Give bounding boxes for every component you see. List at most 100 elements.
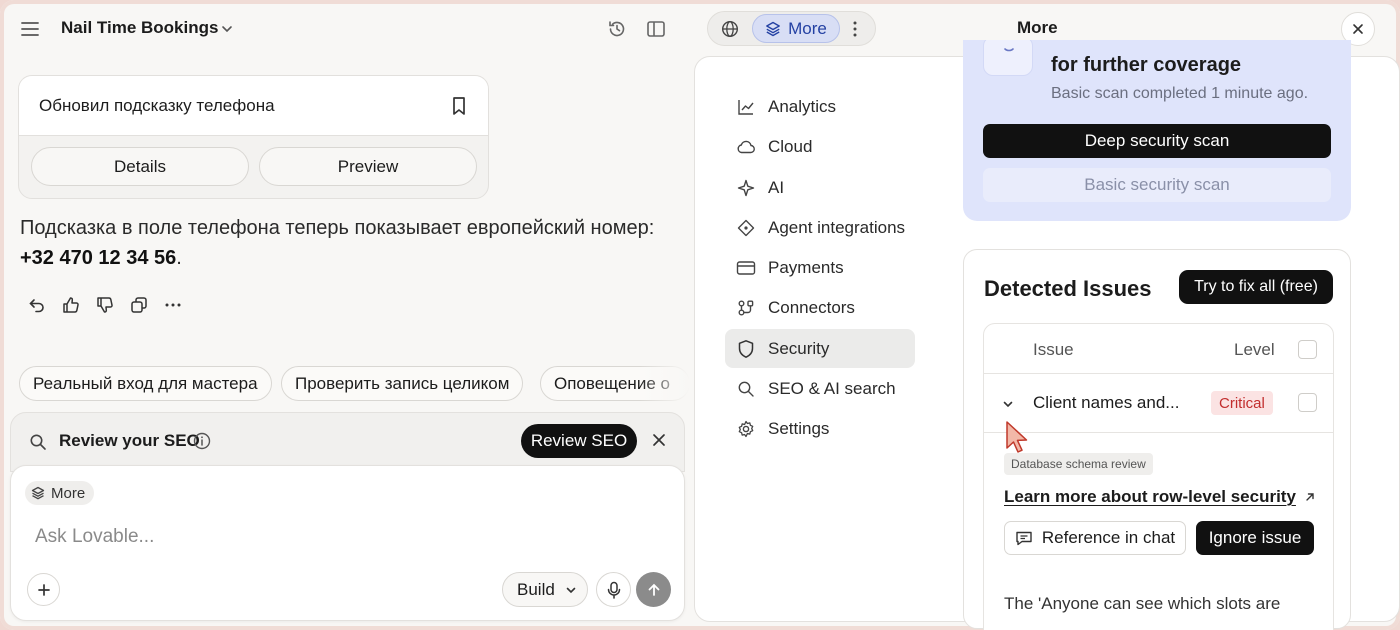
view-toolbar: More bbox=[707, 11, 876, 46]
learn-more-label: Learn more about row-level security bbox=[1004, 487, 1296, 506]
nav-item-label: SEO & AI search bbox=[768, 378, 896, 398]
nav-item-ai[interactable]: AI bbox=[725, 168, 915, 207]
suggestion-chip[interactable]: Реальный вход для мастера bbox=[19, 366, 272, 401]
microphone-icon bbox=[606, 581, 622, 599]
basic-security-scan-button[interactable]: Basic security scan bbox=[983, 168, 1331, 202]
menu-icon[interactable] bbox=[18, 17, 42, 41]
nav-item-analytics[interactable]: Analytics bbox=[725, 87, 915, 126]
ignore-issue-button[interactable]: Ignore issue bbox=[1196, 521, 1314, 555]
reference-in-chat-button[interactable]: Reference in chat bbox=[1004, 521, 1186, 555]
issue-name[interactable]: Client names and... bbox=[1033, 393, 1179, 413]
preview-button[interactable]: Preview bbox=[259, 147, 477, 186]
nav-item-agent-integrations[interactable]: Agent integrations bbox=[725, 208, 915, 247]
app-window: Nail Time Bookings Обновил подсказку тел… bbox=[0, 0, 1400, 630]
build-mode-label: Build bbox=[517, 579, 555, 599]
issues-table: Issue Level Client names and... Critical… bbox=[983, 323, 1334, 630]
nav-item-seo-ai-search[interactable]: SEO & AI search bbox=[725, 369, 915, 408]
suggestion-chip[interactable]: Проверить запись целиком bbox=[281, 366, 524, 401]
layers-icon bbox=[31, 486, 45, 500]
nav-item-label: Cloud bbox=[768, 136, 813, 156]
reply-phone-number: +32 470 12 34 56 bbox=[20, 247, 177, 269]
nav-item-security[interactable]: Security bbox=[725, 329, 915, 368]
details-button[interactable]: Details bbox=[31, 147, 249, 186]
microphone-button[interactable] bbox=[596, 572, 631, 607]
shield-icon bbox=[736, 339, 756, 359]
undo-icon[interactable] bbox=[27, 295, 47, 315]
message-icon bbox=[1015, 530, 1033, 546]
chat-composer: More Ask Lovable... Build bbox=[10, 465, 685, 621]
nav-item-cloud[interactable]: Cloud bbox=[725, 127, 915, 166]
globe-icon[interactable] bbox=[720, 19, 740, 39]
chat-input[interactable]: Ask Lovable... bbox=[35, 526, 154, 548]
sidebar-toggle-icon[interactable] bbox=[645, 18, 667, 40]
nav-item-payments[interactable]: Payments bbox=[725, 248, 915, 287]
add-attachment-button[interactable] bbox=[27, 573, 60, 606]
chevron-down-icon[interactable] bbox=[1000, 396, 1016, 412]
layers-icon bbox=[765, 21, 781, 37]
build-mode-select[interactable]: Build bbox=[502, 572, 588, 607]
suggestions-fade bbox=[640, 362, 690, 406]
close-icon[interactable] bbox=[649, 430, 669, 450]
nav-item-connectors[interactable]: Connectors bbox=[725, 288, 915, 327]
chevron-down-icon[interactable] bbox=[219, 21, 235, 37]
select-all-checkbox[interactable] bbox=[1298, 340, 1317, 359]
tab-more-label: More bbox=[788, 18, 827, 38]
issue-checkbox[interactable] bbox=[1298, 393, 1317, 412]
arrow-up-icon bbox=[646, 582, 662, 598]
divider bbox=[984, 432, 1333, 433]
reply-end: . bbox=[176, 247, 182, 269]
message-card: Обновил подсказку телефона Details Previ… bbox=[18, 75, 489, 199]
more-vertical-icon[interactable] bbox=[847, 19, 863, 39]
scan-icon bbox=[983, 40, 1033, 76]
nav-item-label: Analytics bbox=[768, 96, 837, 116]
seo-banner: Review your SEO Review SEO bbox=[10, 412, 685, 472]
column-header-level: Level bbox=[1234, 340, 1275, 359]
connectors-icon bbox=[736, 298, 756, 318]
history-icon[interactable] bbox=[606, 18, 628, 40]
search-icon bbox=[736, 379, 756, 399]
chevron-down-icon bbox=[565, 584, 577, 596]
review-seo-button[interactable]: Review SEO bbox=[521, 424, 637, 458]
deep-security-scan-button[interactable]: Deep security scan bbox=[983, 124, 1331, 158]
nav-item-label: Payments bbox=[768, 257, 844, 277]
divider bbox=[984, 373, 1333, 374]
column-header-issue: Issue bbox=[1033, 340, 1074, 359]
tab-more[interactable]: More bbox=[752, 14, 840, 43]
security-scan-card: for further coverage Basic scan complete… bbox=[963, 40, 1351, 221]
search-icon bbox=[28, 432, 48, 452]
nav-item-label: Connectors bbox=[768, 297, 855, 317]
issues-title: Detected Issues bbox=[984, 276, 1152, 301]
more-chip-label: More bbox=[51, 484, 86, 502]
project-title[interactable]: Nail Time Bookings bbox=[61, 18, 218, 38]
sparkle-icon bbox=[736, 178, 756, 198]
thumbs-up-icon[interactable] bbox=[61, 295, 81, 315]
diamond-icon bbox=[736, 218, 756, 238]
nav-item-label: Security bbox=[768, 338, 830, 358]
seo-label: Review your SEO bbox=[59, 431, 200, 450]
reference-in-chat-label: Reference in chat bbox=[1041, 528, 1176, 547]
copy-icon[interactable] bbox=[129, 295, 149, 315]
send-button[interactable] bbox=[636, 572, 671, 607]
external-link-icon bbox=[1304, 491, 1316, 503]
more-chip[interactable]: More bbox=[25, 481, 95, 505]
message-card-header: Обновил подсказку телефона bbox=[19, 76, 488, 136]
gear-icon bbox=[736, 419, 756, 439]
nav-item-settings[interactable]: Settings bbox=[725, 409, 915, 448]
cloud-icon bbox=[736, 137, 756, 157]
scan-status: Basic scan completed 1 minute ago. bbox=[1051, 85, 1309, 102]
scan-heading: for further coverage bbox=[1051, 54, 1242, 76]
category-tag: Database schema review bbox=[1004, 453, 1153, 475]
fix-all-button[interactable]: Try to fix all (free) bbox=[1179, 270, 1333, 304]
info-icon[interactable] bbox=[192, 431, 212, 451]
severity-badge: Critical bbox=[1211, 391, 1273, 415]
more-horizontal-icon[interactable] bbox=[163, 295, 183, 315]
nav-item-label: Agent integrations bbox=[768, 217, 906, 237]
issue-description: The 'Anyone can see which slots are bbox=[1004, 594, 1281, 613]
learn-more-link[interactable]: Learn more about row-level security bbox=[1004, 487, 1316, 507]
bookmark-icon[interactable] bbox=[449, 95, 469, 117]
message-card-title: Обновил подсказку телефона bbox=[39, 96, 275, 115]
plus-icon bbox=[37, 583, 51, 597]
nav-item-label: AI bbox=[768, 177, 785, 197]
thumbs-down-icon[interactable] bbox=[95, 295, 115, 315]
assistant-reply: Подсказка в поле телефона теперь показыв… bbox=[20, 213, 670, 273]
